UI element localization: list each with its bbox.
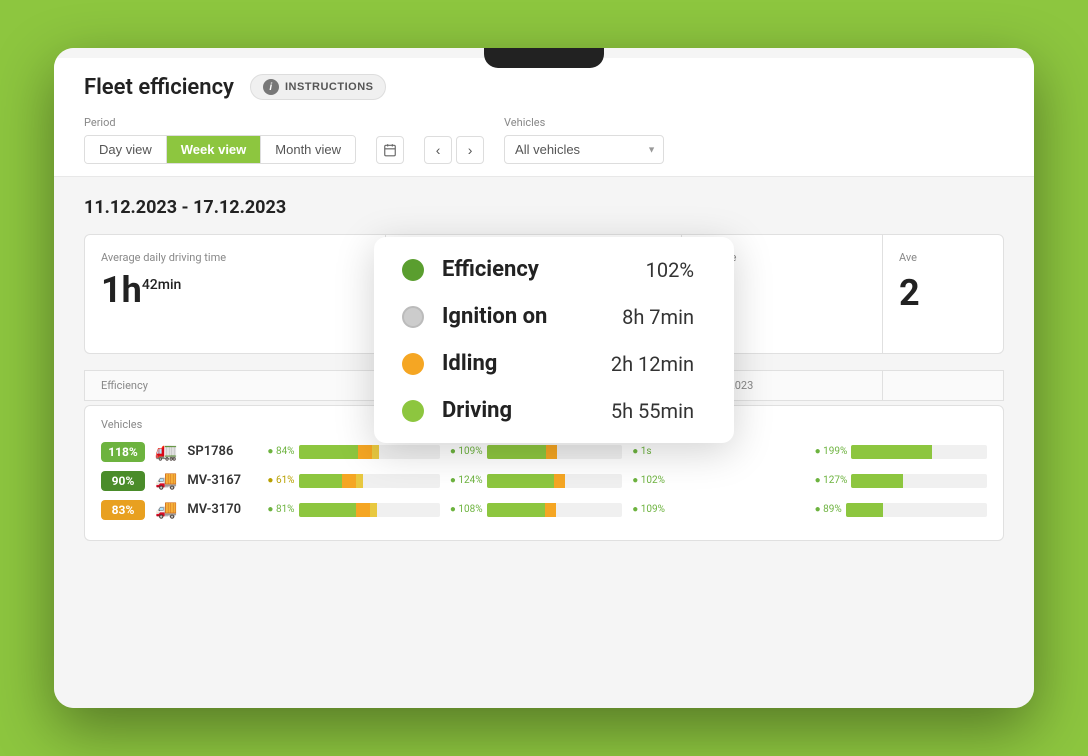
page-title: Fleet efficiency (84, 75, 234, 100)
avg-driving-time-value: 1h42min (101, 272, 369, 308)
vehicle-pct2: ● 108% (450, 504, 483, 515)
avg-driving-time-card: Average daily driving time 1h42min (85, 235, 385, 353)
vehicle-name: SP1786 (187, 444, 257, 459)
vehicle-pct1: ● 61% (267, 475, 294, 486)
header-top: Fleet efficiency i INSTRUCTIONS (84, 74, 1004, 100)
vehicle-row: 90% 🚚 MV-3167 ● 61% ● 124% ● 102% (101, 470, 987, 491)
vehicle-bar2 (487, 445, 623, 459)
tooltip-row: Idling 2h 12min (402, 351, 694, 376)
tooltip-dot (402, 306, 424, 328)
avg2-label: Ave (899, 251, 987, 264)
tooltip-dot (402, 353, 424, 375)
vehicle-bar4 (851, 474, 987, 488)
main-content: 11.12.2023 - 17.12.2023 Average daily dr… (54, 177, 1034, 561)
tooltip-overlay: Efficiency 102% Ignition on 8h 7min Idli… (374, 237, 734, 443)
vehicle-name: MV-3170 (187, 502, 257, 517)
app-content: Fleet efficiency i INSTRUCTIONS Period D… (54, 48, 1034, 708)
tooltip-value: 2h 12min (594, 352, 694, 376)
period-label: Period (84, 116, 356, 129)
vehicle-bar2 (487, 503, 623, 517)
vehicle-row: 118% 🚛 SP1786 ● 84% ● 109% ● 1s (101, 441, 987, 462)
tooltip-metric: Ignition on (442, 304, 576, 329)
next-button[interactable]: › (456, 136, 484, 164)
tooltip-metric: Idling (442, 351, 576, 376)
view-toggle: Day view Week view Month view (84, 135, 356, 164)
vehicle-badge: 90% (101, 471, 145, 491)
header: Fleet efficiency i INSTRUCTIONS Period D… (54, 58, 1034, 177)
vehicle-bar4 (846, 503, 987, 517)
vehicle-pct3: ● 109% (632, 504, 665, 515)
avg2-card: Ave 2 (883, 235, 1003, 353)
period-filter-group: Period Day view Week view Month view (84, 116, 356, 164)
tooltip-value: 5h 55min (594, 399, 694, 423)
instructions-button[interactable]: i INSTRUCTIONS (250, 74, 387, 100)
week-view-button[interactable]: Week view (167, 136, 262, 163)
vehicles-select[interactable]: All vehicles (504, 135, 664, 164)
screen-container: Fleet efficiency i INSTRUCTIONS Period D… (54, 48, 1034, 708)
vehicle-bar2 (487, 474, 623, 488)
vehicles-label: Vehicles (504, 116, 664, 129)
avg-driving-time-label: Average daily driving time (101, 251, 369, 264)
tooltip-metric: Driving (442, 398, 576, 423)
vehicles-select-wrapper: All vehicles (504, 135, 664, 164)
tooltip-row: Ignition on 8h 7min (402, 304, 694, 329)
col-header-efficiency: Efficiency (85, 371, 385, 400)
vehicle-icon: 🚛 (155, 441, 177, 462)
prev-button[interactable]: ‹ (424, 136, 452, 164)
vehicle-row: 83% 🚚 MV-3170 ● 81% ● 108% ● 109% (101, 499, 987, 520)
col-header-empty (883, 371, 1003, 400)
vehicle-icon: 🚚 (155, 499, 177, 520)
day-view-button[interactable]: Day view (85, 136, 167, 163)
avg2-value: 2 (899, 272, 987, 314)
vehicle-icon: 🚚 (155, 470, 177, 491)
month-view-button[interactable]: Month view (261, 136, 355, 163)
vehicle-pct1: ● 81% (267, 504, 294, 515)
info-icon: i (263, 79, 279, 95)
vehicle-pct2: ● 109% (450, 446, 483, 457)
tooltip-value: 8h 7min (594, 305, 694, 329)
filter-bar: Period Day view Week view Month view (84, 116, 1004, 176)
tooltip-metric: Efficiency (442, 257, 576, 282)
tooltip-value: 102% (594, 258, 694, 282)
vehicle-bar (299, 474, 440, 488)
vehicle-rows-container: 118% 🚛 SP1786 ● 84% ● 109% ● 1s (101, 441, 987, 520)
vehicles-filter-group: Vehicles All vehicles (504, 116, 664, 164)
tooltip-row: Efficiency 102% (402, 257, 694, 282)
vehicle-bar4 (851, 445, 987, 459)
vehicle-name: MV-3167 (187, 473, 257, 488)
tooltip-row: Driving 5h 55min (402, 398, 694, 423)
vehicle-badge: 83% (101, 500, 145, 520)
vehicle-pct3: ● 1s (632, 446, 651, 457)
tooltip-items-container: Efficiency 102% Ignition on 8h 7min Idli… (402, 257, 694, 423)
vehicle-pct4: ● 89% (815, 504, 842, 515)
vehicle-pct4: ● 199% (815, 446, 848, 457)
vehicle-bar (299, 445, 440, 459)
vehicle-pct1: ● 84% (267, 446, 294, 457)
vehicle-pct3: ● 102% (632, 475, 665, 486)
vehicle-badge: 118% (101, 442, 145, 462)
tooltip-dot (402, 400, 424, 422)
vehicle-pct2: ● 124% (450, 475, 483, 486)
nav-controls: ‹ › (424, 136, 484, 164)
device-notch (484, 48, 604, 68)
date-range: 11.12.2023 - 17.12.2023 (84, 197, 1004, 218)
tooltip-dot (402, 259, 424, 281)
calendar-button[interactable] (376, 136, 404, 164)
vehicle-pct4: ● 127% (815, 475, 848, 486)
vehicle-bar (299, 503, 440, 517)
instructions-label: INSTRUCTIONS (285, 81, 374, 93)
